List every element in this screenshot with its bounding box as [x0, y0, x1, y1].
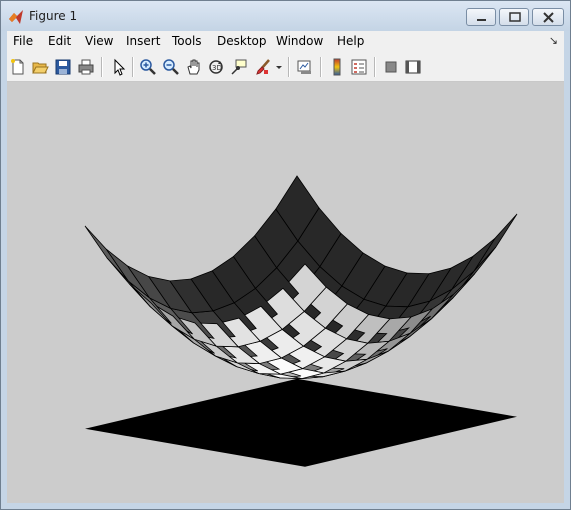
- edit-plot-arrow-icon[interactable]: [110, 58, 128, 76]
- brush-icon[interactable]: [254, 58, 272, 76]
- window-title: Figure 1: [29, 9, 78, 23]
- minimize-button[interactable]: [466, 8, 496, 26]
- menu-insert[interactable]: Insert: [126, 34, 160, 48]
- toolbar-separator: [132, 57, 134, 77]
- maximize-icon: [509, 12, 521, 22]
- title-bar[interactable]: Figure 1: [1, 1, 570, 31]
- dock-arrow-icon[interactable]: ↘: [549, 34, 558, 47]
- rotate-3d-icon[interactable]: 3D: [207, 58, 225, 76]
- save-icon[interactable]: [54, 58, 72, 76]
- insert-colorbar-icon[interactable]: [328, 58, 346, 76]
- zoom-in-icon[interactable]: [139, 58, 157, 76]
- close-button[interactable]: [532, 8, 564, 26]
- toolbar-separator: [101, 57, 103, 77]
- menu-help[interactable]: Help: [337, 34, 364, 48]
- maximize-button[interactable]: [499, 8, 529, 26]
- menu-file[interactable]: File: [13, 34, 33, 48]
- surface-patch: [473, 213, 518, 272]
- matlab-icon: [9, 10, 23, 24]
- menu-window[interactable]: Window: [276, 34, 323, 48]
- menu-view[interactable]: View: [85, 34, 113, 48]
- link-plot-icon[interactable]: [296, 58, 314, 76]
- open-file-icon[interactable]: [31, 58, 49, 76]
- toolbar-separator: [374, 57, 376, 77]
- new-figure-icon[interactable]: [9, 58, 27, 76]
- figure-toolbar: 3D: [7, 53, 564, 82]
- hide-plot-tools-icon[interactable]: [382, 58, 400, 76]
- figure-canvas[interactable]: [7, 82, 564, 503]
- toolbar-separator: [320, 57, 322, 77]
- zoom-out-icon[interactable]: [162, 58, 180, 76]
- minimize-icon: [477, 19, 486, 21]
- brush-dropdown-icon[interactable]: [274, 58, 284, 76]
- figure-window: Figure 1 File Edit View Insert Tools Des…: [0, 0, 571, 510]
- menu-bar: File Edit View Insert Tools Desktop Wind…: [7, 31, 564, 53]
- menu-tools[interactable]: Tools: [172, 34, 202, 48]
- menu-desktop[interactable]: Desktop: [217, 34, 267, 48]
- toolbar-separator: [288, 57, 290, 77]
- show-plot-tools-icon[interactable]: [404, 58, 422, 76]
- print-icon[interactable]: [77, 58, 95, 76]
- surface-patch: [84, 225, 129, 282]
- close-icon: [543, 12, 554, 23]
- insert-legend-icon[interactable]: [350, 58, 368, 76]
- data-cursor-icon[interactable]: [230, 58, 248, 76]
- svg-text:3D: 3D: [212, 64, 222, 72]
- menu-edit[interactable]: Edit: [48, 34, 71, 48]
- pan-hand-icon[interactable]: [185, 58, 203, 76]
- shadow-plane: [85, 378, 517, 467]
- surface-plot[interactable]: [7, 82, 564, 503]
